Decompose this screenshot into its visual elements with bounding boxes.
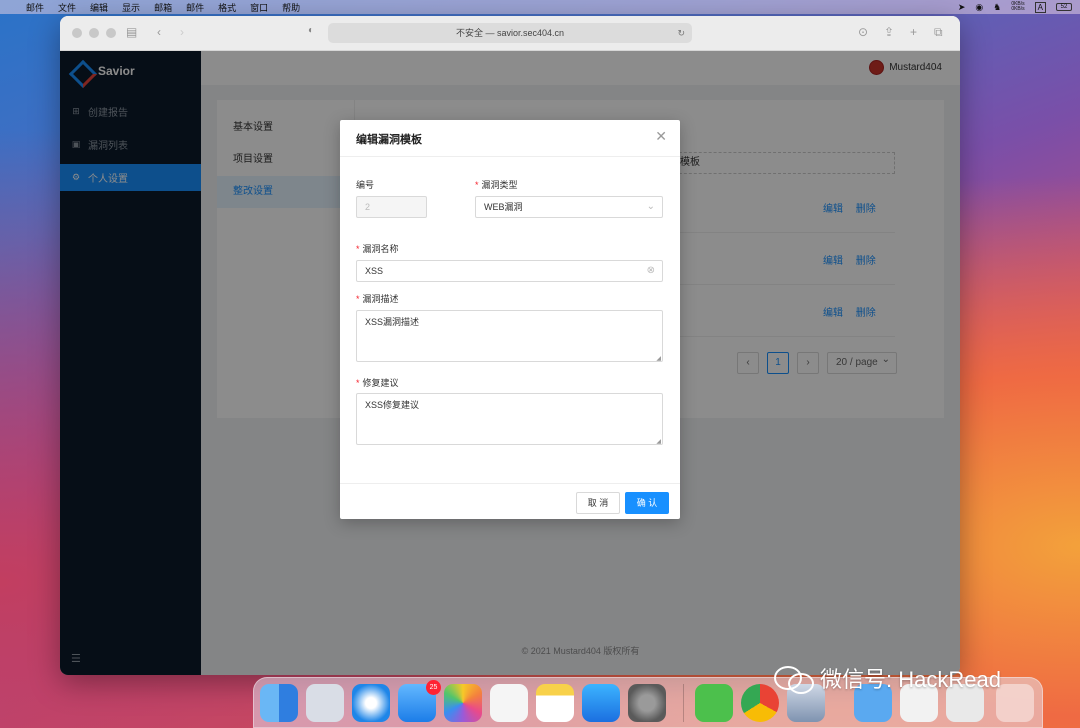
clear-icon[interactable]: ⊗: [647, 261, 655, 281]
download-icon[interactable]: ⊙: [858, 25, 868, 39]
mail-icon[interactable]: 25: [398, 680, 441, 722]
fix-label: * 修复建议: [356, 378, 399, 388]
watermark-text: 微信号: HackRead: [820, 667, 1001, 692]
close-icon[interactable]: ✕: [655, 128, 667, 145]
finder-icon[interactable]: [260, 684, 298, 722]
minimize-window-button[interactable]: [89, 28, 99, 38]
modal-header: 编辑漏洞模板 ✕: [340, 120, 680, 157]
wechat-icon[interactable]: [695, 684, 733, 722]
vuln-desc-textarea[interactable]: XSS漏洞描述: [356, 310, 663, 362]
launchpad-icon[interactable]: [306, 684, 344, 722]
dock-separator: [683, 684, 684, 722]
fix-suggestion-textarea[interactable]: XSS修复建议: [356, 393, 663, 445]
modal-title: 编辑漏洞模板: [356, 134, 422, 146]
name-label: * 漏洞名称: [356, 244, 399, 254]
sidebar-toggle-icon[interactable]: ▤: [126, 25, 137, 39]
vuln-desc-value: XSS漏洞描述: [365, 317, 420, 327]
menu-mail-app[interactable]: 邮件: [26, 1, 44, 14]
url-text: 不安全 — savior.sec404.cn: [455, 28, 565, 38]
menu-view[interactable]: 显示: [122, 1, 140, 14]
network-speed: 0KB/s 0KB/s: [1011, 2, 1024, 12]
fix-suggestion-value: XSS修复建议: [365, 400, 420, 410]
vuln-type-value: WEB漏洞: [484, 202, 523, 212]
menu-edit[interactable]: 编辑: [90, 1, 108, 14]
cancel-button[interactable]: 取 消: [576, 492, 620, 514]
battery-icon[interactable]: 52: [1056, 3, 1072, 11]
back-icon[interactable]: ‹: [157, 25, 161, 39]
menu-mailbox[interactable]: 邮箱: [154, 1, 172, 14]
location-icon[interactable]: ➤: [958, 2, 966, 13]
menu-help[interactable]: 帮助: [282, 1, 300, 14]
zoom-window-button[interactable]: [106, 28, 116, 38]
new-tab-icon[interactable]: +: [910, 25, 917, 39]
system-preferences-icon[interactable]: [628, 684, 666, 722]
shield-icon[interactable]: ◐: [308, 25, 314, 36]
chevron-down-icon: ⌄: [646, 201, 655, 212]
edit-template-modal: 编辑漏洞模板 ✕ 编号 * 漏洞类型 2 WEB漏洞 ⌄ * 漏洞名称 XSS ⊗ …: [340, 120, 680, 519]
safari-icon[interactable]: [352, 684, 390, 722]
reminders-icon[interactable]: [490, 684, 528, 722]
notes-icon[interactable]: [536, 684, 574, 722]
wechat-status-icon[interactable]: ◉: [975, 2, 983, 13]
reload-icon[interactable]: ↻: [677, 23, 685, 43]
net-down: 0KB/s: [1011, 6, 1025, 12]
name-label-text: 漏洞名称: [362, 244, 399, 254]
mail-badge: 25: [426, 680, 441, 695]
vuln-name-input[interactable]: XSS ⊗: [356, 260, 663, 282]
vuln-name-value: XSS: [365, 266, 384, 276]
id-field[interactable]: 2: [356, 196, 427, 218]
fix-label-text: 修复建议: [362, 378, 399, 388]
type-label: * 漏洞类型: [475, 180, 518, 190]
share-icon[interactable]: ⇪: [884, 25, 894, 39]
menu-format[interactable]: 格式: [218, 1, 236, 14]
trash-icon[interactable]: [996, 684, 1034, 722]
desc-label: * 漏洞描述: [356, 294, 399, 304]
id-label: 编号: [356, 180, 375, 190]
menu-window[interactable]: 窗口: [250, 1, 268, 14]
browser-window: ▤ ‹ › ◐ 不安全 — savior.sec404.cn ↻ ⊙ ⇪ + ⧉…: [60, 16, 960, 675]
wechat-watermark: 微信号: HackRead: [774, 662, 1001, 694]
menu-message[interactable]: 邮件: [186, 1, 204, 14]
desc-label-text: 漏洞描述: [362, 294, 399, 304]
app-store-icon[interactable]: [582, 684, 620, 722]
forward-icon[interactable]: ›: [180, 25, 184, 39]
vuln-type-select[interactable]: WEB漏洞 ⌄: [475, 196, 663, 218]
menu-file[interactable]: 文件: [58, 1, 76, 14]
menubar: 邮件 文件 编辑 显示 邮箱 邮件 格式 窗口 帮助 ➤ ◉ ♞ 0KB/s 0…: [0, 0, 1080, 14]
wechat-logo-icon: [774, 664, 814, 694]
window-controls: [72, 28, 116, 38]
modal-footer: 取 消 确 认: [340, 483, 680, 519]
browser-toolbar: ▤ ‹ › ◐ 不安全 — savior.sec404.cn ↻ ⊙ ⇪ + ⧉: [60, 16, 960, 51]
photos-icon[interactable]: [444, 684, 482, 722]
type-label-text: 漏洞类型: [481, 180, 518, 190]
tab-overview-icon[interactable]: ⧉: [934, 25, 943, 40]
address-bar[interactable]: 不安全 — savior.sec404.cn ↻: [328, 23, 692, 43]
input-source[interactable]: A: [1034, 1, 1046, 13]
cat-icon[interactable]: ♞: [993, 2, 1001, 13]
close-window-button[interactable]: [72, 28, 82, 38]
confirm-button[interactable]: 确 认: [625, 492, 669, 514]
